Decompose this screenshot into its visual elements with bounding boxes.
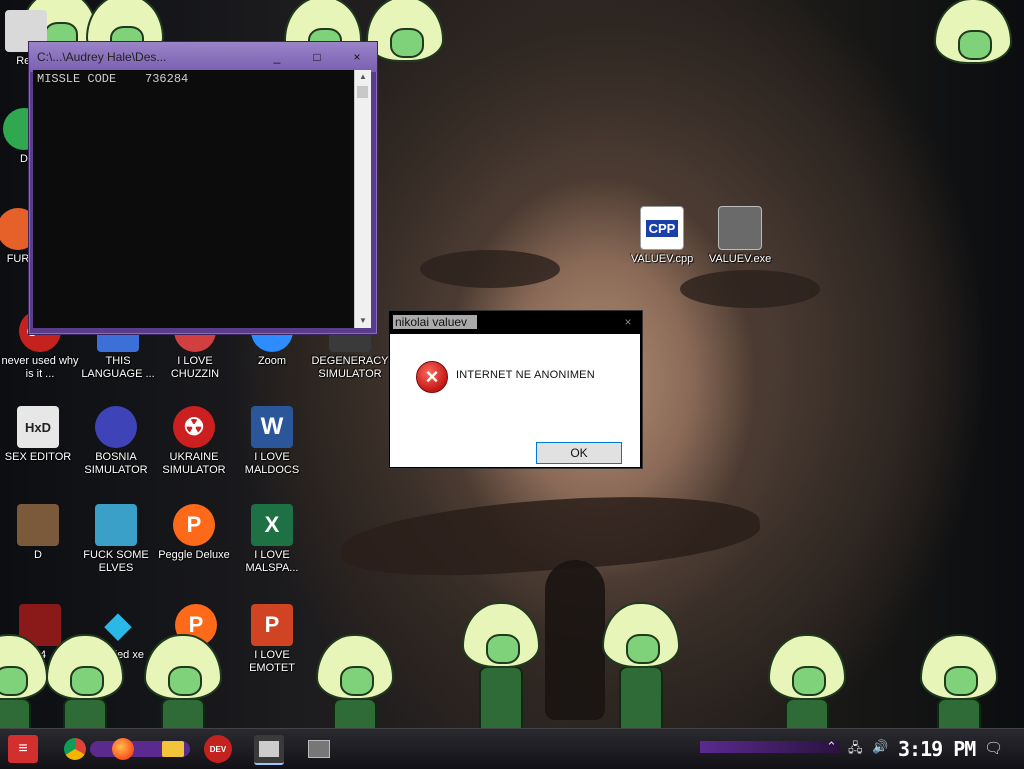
console-title: C:\...\Audrey Hale\Des... xyxy=(37,50,167,64)
peggle-icon: P xyxy=(173,504,215,546)
dialog-titlebar[interactable]: nikolai valuev × xyxy=(389,311,642,333)
wallpaper-goatee xyxy=(545,560,605,720)
ok-button[interactable]: OK xyxy=(536,442,622,464)
error-icon: × xyxy=(416,361,448,393)
portrait-icon xyxy=(17,504,59,546)
dialog-close-button[interactable]: × xyxy=(614,315,642,329)
network-icon[interactable]: 🖧 xyxy=(848,739,863,761)
peridot-sprite xyxy=(144,634,222,740)
desktop-icon-ukraine-simulator[interactable]: ☢ UKRAINE SIMULATOR xyxy=(154,406,234,477)
taskbar: ≡ DEV ⌃ 🖧 🔊 3:19 PM 🗨 xyxy=(0,728,1024,769)
scroll-up-icon[interactable]: ▲ xyxy=(355,70,371,84)
console-window[interactable]: C:\...\Audrey Hale\Des... _ □ × MISSLE C… xyxy=(28,41,378,335)
console-taskbar-icon[interactable] xyxy=(254,735,284,765)
exe-file-icon xyxy=(718,206,762,250)
desktop-icon-i-love-malspam[interactable]: X I LOVE MALSPA... xyxy=(232,504,312,575)
desktop-icon-i-love-emotet[interactable]: P I LOVE EMOTET xyxy=(232,604,312,675)
firefox-taskbar-icon[interactable] xyxy=(108,735,138,763)
wallpaper-mustache xyxy=(338,485,762,585)
scroll-down-icon[interactable]: ▼ xyxy=(355,314,371,328)
console-titlebar[interactable]: C:\...\Audrey Hale\Des... _ □ × xyxy=(29,42,377,72)
dev-cpp-taskbar-icon[interactable]: DEV xyxy=(204,735,232,763)
valuev-exe-taskbar-icon[interactable] xyxy=(304,735,334,763)
taskbar-clock[interactable]: 3:19 PM xyxy=(898,737,976,761)
desktop-icon-fuck-some-elves[interactable]: FUCK SOME ELVES xyxy=(76,504,156,575)
desktop-icon-sex-editor[interactable]: HxD SEX EDITOR xyxy=(0,406,78,464)
close-button[interactable]: × xyxy=(337,46,377,68)
scroll-thumb[interactable] xyxy=(357,86,368,98)
radiation-icon: ☢ xyxy=(173,406,215,448)
file-explorer-icon[interactable] xyxy=(158,735,188,763)
taskbar-accent xyxy=(700,741,840,753)
console-line-value: 736284 xyxy=(145,72,189,86)
notifications-icon[interactable]: 🗨 xyxy=(984,739,1003,757)
volume-icon[interactable]: 🔊 xyxy=(872,739,888,755)
desktop-icon-portrait[interactable]: D xyxy=(0,504,78,562)
error-dialog[interactable]: nikolai valuev × × INTERNET NE ANONIMEN … xyxy=(388,310,643,469)
chevron-up-icon[interactable]: ⌃ xyxy=(826,739,837,755)
desktop-icon-bosnia-simulator[interactable]: BOSNIA SIMULATOR xyxy=(76,406,156,477)
peridot-sprite xyxy=(316,634,394,740)
hxd-icon: HxD xyxy=(17,406,59,448)
desktop-icon-valuev-cpp[interactable]: CPP VALUEV.cpp xyxy=(622,206,702,266)
desktop-icon-peggle-deluxe[interactable]: P Peggle Deluxe xyxy=(154,504,234,562)
peridot-sprite xyxy=(46,634,124,740)
peridot-sprite xyxy=(0,634,48,740)
minimize-button[interactable]: _ xyxy=(257,46,297,68)
desktop-icon-i-love-maldocs[interactable]: W I LOVE MALDOCS xyxy=(232,406,312,477)
console-line-label: MISSLE CODE xyxy=(37,72,117,86)
peridot-sprite xyxy=(934,0,1012,64)
chrome-taskbar-icon[interactable] xyxy=(60,735,90,763)
elf-icon xyxy=(95,504,137,546)
peridot-sprite xyxy=(768,634,846,740)
powerpoint-icon: P xyxy=(251,604,293,646)
desktop-icon-valuev-exe[interactable]: VALUEV.exe xyxy=(700,206,780,266)
word-icon: W xyxy=(251,406,293,448)
excel-icon: X xyxy=(251,504,293,546)
start-button[interactable]: ≡ xyxy=(8,735,38,763)
console-scrollbar[interactable]: ▲ ▼ xyxy=(354,70,371,328)
cpp-file-icon: CPP xyxy=(640,206,684,250)
mine-icon xyxy=(95,406,137,448)
dialog-body: × INTERNET NE ANONIMEN OK xyxy=(390,334,640,467)
wallpaper-eye-right xyxy=(680,270,820,308)
dialog-message: INTERNET NE ANONIMEN xyxy=(456,369,595,381)
wallpaper-eye-left xyxy=(420,250,560,288)
dialog-title: nikolai valuev xyxy=(393,315,477,329)
console-output[interactable]: MISSLE CODE 736284 xyxy=(33,70,355,328)
maximize-button[interactable]: □ xyxy=(297,46,337,68)
peridot-sprite xyxy=(920,634,998,740)
